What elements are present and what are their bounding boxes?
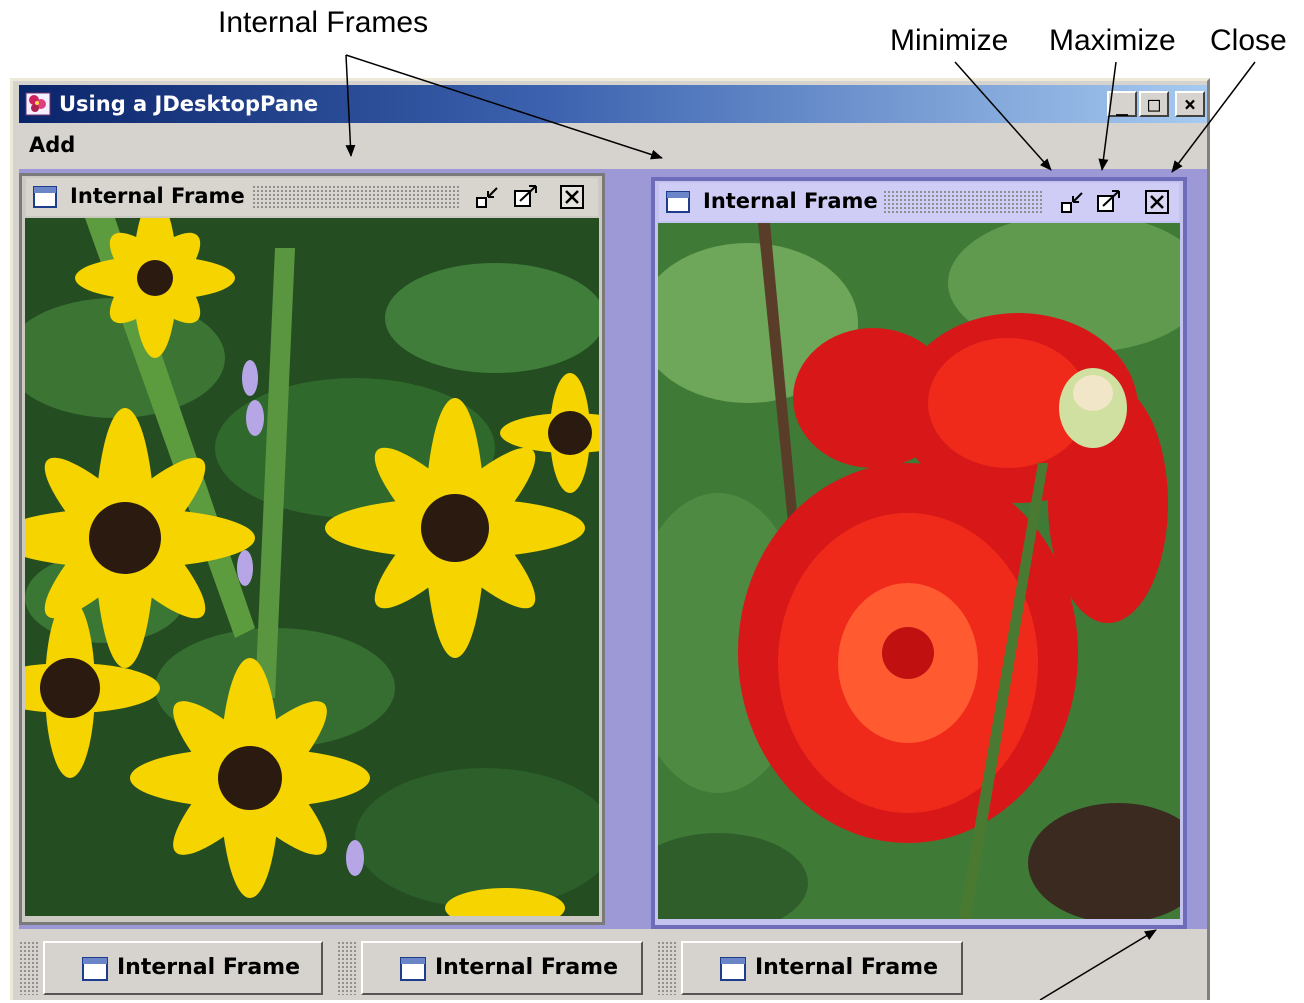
frame-window-icon [720,957,746,981]
callout-minimize: Minimize [890,24,1009,57]
minimized-frame-2: Internal Frame [337,941,657,995]
window-minimize-button[interactable]: _ [1107,91,1137,117]
main-window: Using a JDesktopPane _ □ × Add Internal … [10,78,1210,1000]
red-dahlias-picture [658,223,1180,919]
close-icon[interactable] [1143,188,1171,216]
title-grip [883,190,1043,214]
callout-internal-frames: Internal Frames [218,6,429,39]
window-maximize-button[interactable]: □ [1139,91,1169,117]
minimized-frame-label: Internal Frame [755,955,939,980]
frame-image-yellow-flowers [25,218,599,916]
window-title: Using a JDesktopPane [59,92,319,116]
internal-frame-titlebar[interactable]: Internal Frame [26,178,598,216]
window-close-button[interactable]: × [1175,91,1205,117]
frame-window-icon [82,957,108,981]
menu-bar: Add [19,125,1207,169]
menu-add[interactable]: Add [29,133,75,157]
task-grip [337,941,357,995]
minimized-frame-label: Internal Frame [117,955,301,980]
frame-image-red-dahlias [658,223,1180,919]
app-flower-icon [25,92,51,116]
desktop-pane: Internal Frame Internal Frame [19,169,1207,929]
internal-frame-titlebar-active[interactable]: Internal Frame [659,183,1179,221]
task-grip [19,941,39,995]
yellow-flowers-picture [25,218,599,916]
window-titlebar[interactable]: Using a JDesktopPane _ □ × [19,85,1207,123]
internal-frame-title: Internal Frame [70,184,245,208]
minimized-frame-label: Internal Frame [435,955,619,980]
frame-window-icon [33,186,57,208]
maximize-icon[interactable] [1095,188,1123,216]
internal-frame-left[interactable]: Internal Frame [19,173,605,925]
minimized-frame-button[interactable]: Internal Frame [43,941,323,995]
internal-frame-right[interactable]: Internal Frame [651,177,1187,929]
maximize-icon[interactable] [512,183,540,211]
title-grip [252,185,460,209]
internal-frame-title: Internal Frame [703,189,878,213]
frame-window-icon [666,191,690,213]
task-grip [657,941,677,995]
iconify-icon[interactable] [1059,188,1087,216]
minimized-frame-1: Internal Frame [19,941,339,995]
minimized-frame-3: Internal Frame [657,941,977,995]
callout-maximize: Maximize [1049,24,1176,57]
minimized-frame-button[interactable]: Internal Frame [361,941,643,995]
minimized-frame-button[interactable]: Internal Frame [681,941,963,995]
close-icon[interactable] [558,183,586,211]
iconify-icon[interactable] [474,183,502,211]
minimized-frames-area: Internal Frame Internal Frame Internal F… [19,933,1207,1003]
callout-close: Close [1210,24,1287,57]
frame-window-icon [400,957,426,981]
